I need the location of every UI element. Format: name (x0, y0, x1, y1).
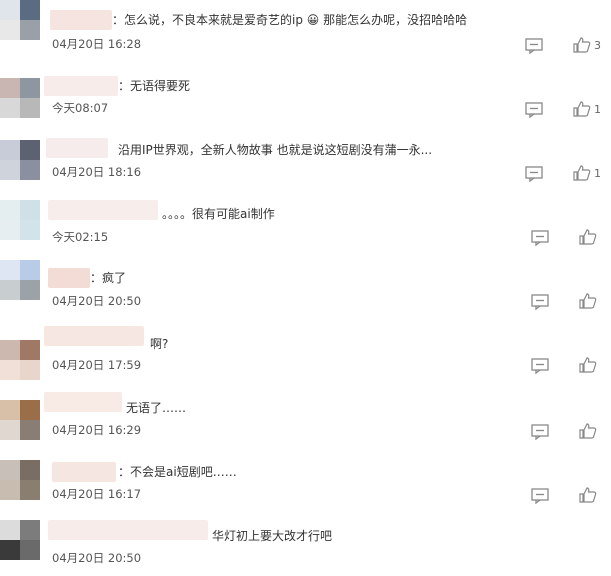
comment-time: 04月20日 16:17 (52, 487, 142, 501)
comment-text: 。。。。很有可能ai制作 (162, 207, 275, 221)
username-blurred[interactable] (52, 462, 116, 482)
reply-icon[interactable] (531, 230, 549, 246)
comment-time: 今天08:07 (52, 101, 109, 115)
reply-icon[interactable] (531, 358, 549, 374)
avatar[interactable] (0, 78, 40, 118)
like-icon[interactable] (573, 37, 591, 53)
comment-row: 沿用IP世界观，全新人物故事 也就是说这短剧没有蒲一永... 04月20日 18… (0, 128, 611, 192)
reply-icon[interactable] (531, 488, 549, 504)
like-icon[interactable] (579, 487, 597, 503)
comment-text: ：怎么说，不良本来就是爱奇艺的ip 😀 那能怎么办呢，没招哈哈哈 (112, 13, 468, 27)
comment-text: ：不会是ai短剧吧…… (118, 465, 237, 479)
avatar[interactable] (0, 400, 40, 440)
reply-icon[interactable] (525, 102, 543, 118)
like-icon[interactable] (579, 357, 597, 373)
reply-icon[interactable] (525, 166, 543, 182)
username-blurred[interactable] (44, 76, 118, 96)
comment-text: ：疯了 (90, 271, 127, 285)
like-icon[interactable] (579, 423, 597, 439)
avatar[interactable] (0, 340, 40, 380)
comment-feed: { "comments": [ {"text": "：怎么说，不良本来就是爱奇艺… (0, 0, 611, 565)
like-count: 3 (594, 39, 601, 52)
avatar[interactable] (0, 140, 40, 180)
comment-time: 04月20日 20:50 (52, 294, 142, 308)
avatar[interactable] (0, 520, 40, 560)
username-blurred[interactable] (48, 200, 158, 220)
reply-icon[interactable] (531, 294, 549, 310)
username-blurred[interactable] (48, 520, 208, 540)
comment-text: 沿用IP世界观，全新人物故事 也就是说这短剧没有蒲一永... (118, 143, 433, 157)
comment-time: 04月20日 18:16 (52, 165, 142, 179)
reply-icon[interactable] (531, 424, 549, 440)
comment-text: 啊? (150, 337, 169, 351)
avatar[interactable] (0, 200, 40, 240)
comment-text: 无语了…… (126, 401, 187, 415)
comment-time: 04月20日 16:28 (52, 37, 142, 51)
comment-row: 华灯初上要大改才行吧 04月20日 20:50 (0, 512, 611, 576)
comment-text: ：无语得要死 (118, 79, 191, 93)
avatar[interactable] (0, 460, 40, 500)
like-count: 1 (594, 167, 601, 180)
username-blurred[interactable] (50, 10, 112, 30)
comment-row: ：怎么说，不良本来就是爱奇艺的ip 😀 那能怎么办呢，没招哈哈哈 04月20日 … (0, 0, 611, 64)
like-icon[interactable] (573, 165, 591, 181)
like-icon[interactable] (573, 101, 591, 117)
username-blurred[interactable] (46, 138, 108, 158)
comment-time: 04月20日 20:50 (52, 551, 142, 565)
username-blurred[interactable] (44, 326, 144, 346)
like-icon[interactable] (579, 229, 597, 245)
avatar[interactable] (0, 260, 40, 300)
username-blurred[interactable] (48, 268, 90, 288)
comment-time: 04月20日 17:59 (52, 358, 142, 372)
comment-time: 04月20日 16:29 (52, 423, 142, 437)
comment-row: 无语了…… 04月20日 16:29 (0, 384, 611, 448)
like-icon[interactable] (579, 293, 597, 309)
comment-row: ：不会是ai短剧吧…… 04月20日 16:17 (0, 448, 611, 512)
comment-text: 华灯初上要大改才行吧 (212, 529, 333, 543)
comment-row: 。。。。很有可能ai制作 今天02:15 (0, 192, 611, 256)
like-count: 1 (594, 103, 601, 116)
username-blurred[interactable] (44, 392, 122, 412)
comment-time: 今天02:15 (52, 230, 109, 244)
comment-row: ：疯了 04月20日 20:50 (0, 256, 611, 320)
comment-row: ：无语得要死 今天08:07 1 (0, 64, 611, 128)
reply-icon[interactable] (525, 38, 543, 54)
avatar[interactable] (0, 0, 40, 40)
comment-row: 啊? 04月20日 17:59 (0, 320, 611, 384)
